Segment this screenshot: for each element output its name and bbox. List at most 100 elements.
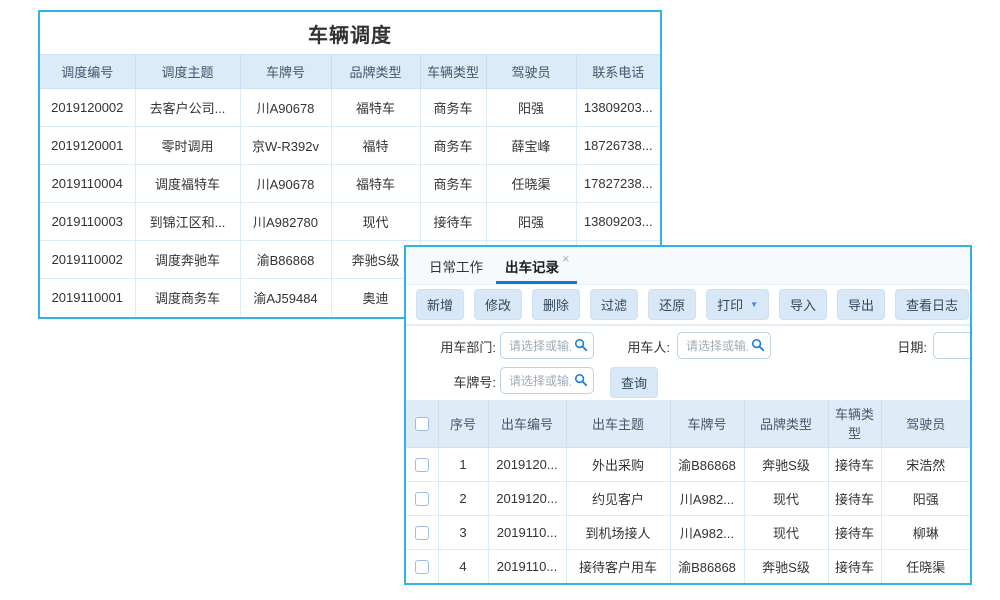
trip-record-table: 序号出车编号出车主题车牌号品牌类型车辆类型驾驶员 12019120...外出采购… (406, 400, 970, 583)
toolbar-button-查看日志[interactable]: 查看日志 (895, 289, 969, 320)
cell[interactable]: 宋浩然 (881, 447, 970, 481)
toolbar-button-label: 删除 (543, 295, 569, 314)
cell[interactable]: 川A90678 (240, 89, 331, 127)
dropdown-caret-icon: ▼ (750, 300, 758, 309)
column-header: 出车主题 (566, 400, 670, 447)
cell[interactable]: 约见客户 (566, 481, 670, 515)
cell[interactable]: 零时调用 (135, 127, 240, 165)
row-checkbox[interactable] (415, 526, 429, 540)
cell: 现代 (744, 481, 828, 515)
cell: 现代 (331, 203, 420, 241)
dept-input-wrap (500, 332, 594, 359)
toolbar-button-还原[interactable]: 还原 (648, 289, 696, 320)
cell: 13809203... (576, 203, 660, 241)
tab-label: 日常工作 (429, 256, 483, 276)
date-input[interactable] (933, 332, 972, 359)
cell[interactable]: 2019110002 (40, 241, 135, 279)
cell[interactable]: 去客户公司... (135, 89, 240, 127)
cell[interactable]: 渝B86868 (670, 447, 744, 481)
cell: 3 (438, 515, 488, 549)
row-select-cell (406, 549, 438, 583)
toolbar-button-导出[interactable]: 导出 (837, 289, 885, 320)
table-row: 12019120...外出采购渝B86868奔驰S级接待车宋浩然 (406, 447, 970, 481)
row-select-cell (406, 447, 438, 481)
cell[interactable]: 2019120001 (40, 127, 135, 165)
cell[interactable]: 2019110... (488, 515, 566, 549)
table-row: 32019110...到机场接人川A982...现代接待车柳琳 (406, 515, 970, 549)
toolbar-button-删除[interactable]: 删除 (532, 289, 580, 320)
column-header: 序号 (438, 400, 488, 447)
cell: 18726738... (576, 127, 660, 165)
cell[interactable]: 阳强 (486, 89, 576, 127)
toolbar-button-新增[interactable]: 新增 (416, 289, 464, 320)
cell[interactable]: 2019110003 (40, 203, 135, 241)
table-row: 2019110003到锦江区和...川A982780现代接待车阳强1380920… (40, 203, 660, 241)
select-all-checkbox[interactable] (415, 417, 429, 431)
cell[interactable]: 阳强 (881, 481, 970, 515)
toolbar-button-label: 查看日志 (906, 295, 958, 314)
cell[interactable]: 到锦江区和... (135, 203, 240, 241)
cell[interactable]: 渝B86868 (670, 549, 744, 583)
search-icon[interactable] (574, 338, 588, 352)
search-icon[interactable] (574, 373, 588, 387)
toolbar-button-导入[interactable]: 导入 (779, 289, 827, 320)
cell[interactable]: 京W-R392v (240, 127, 331, 165)
cell[interactable]: 川A90678 (240, 165, 331, 203)
table-row: 2019110004调度福特车川A90678福特车商务车任晓渠17827238.… (40, 165, 660, 203)
cell[interactable]: 川A982780 (240, 203, 331, 241)
close-tab-icon[interactable]: × (562, 252, 570, 265)
column-header: 品牌类型 (331, 55, 420, 89)
date-input-wrap (933, 332, 972, 359)
cell: 奔驰S级 (744, 549, 828, 583)
dept-label: 用车部门: (422, 337, 496, 356)
search-button[interactable]: 查询 (610, 367, 658, 398)
cell[interactable]: 调度奔驰车 (135, 241, 240, 279)
cell[interactable]: 川A982... (670, 481, 744, 515)
toolbar-button-过滤[interactable]: 过滤 (590, 289, 638, 320)
cell[interactable]: 阳强 (486, 203, 576, 241)
toolbar-button-打印[interactable]: 打印▼ (706, 289, 769, 320)
cell[interactable]: 调度福特车 (135, 165, 240, 203)
cell[interactable]: 渝AJ59484 (240, 279, 331, 317)
cell[interactable]: 2019120... (488, 481, 566, 515)
table-row: 2019120002去客户公司...川A90678福特车商务车阳强1380920… (40, 89, 660, 127)
row-checkbox[interactable] (415, 492, 429, 506)
cell[interactable]: 2019120002 (40, 89, 135, 127)
cell[interactable]: 任晓渠 (486, 165, 576, 203)
cell: 福特 (331, 127, 420, 165)
date-label: 日期: (876, 337, 927, 356)
cell[interactable]: 任晓渠 (881, 549, 970, 583)
cell[interactable]: 2019110004 (40, 165, 135, 203)
search-icon[interactable] (751, 338, 765, 352)
cell[interactable]: 到机场接人 (566, 515, 670, 549)
table-row: 22019120...约见客户川A982...现代接待车阳强 (406, 481, 970, 515)
tab-daily-work[interactable]: 日常工作 (424, 247, 488, 284)
cell[interactable]: 2019120... (488, 447, 566, 481)
cell: 奔驰S级 (744, 447, 828, 481)
dispatch-table-header-row: 调度编号调度主题车牌号品牌类型车辆类型驾驶员联系电话 (40, 55, 660, 89)
column-header: 调度编号 (40, 55, 135, 89)
toolbar-button-label: 新增 (427, 295, 453, 314)
tab-trip-record[interactable]: 出车记录× (500, 247, 575, 284)
cell[interactable]: 2019110001 (40, 279, 135, 317)
cell[interactable]: 渝B86868 (240, 241, 331, 279)
row-checkbox[interactable] (415, 458, 429, 472)
row-checkbox[interactable] (415, 560, 429, 574)
cell: 商务车 (420, 165, 486, 203)
column-header: 调度主题 (135, 55, 240, 89)
cell[interactable]: 薛宝峰 (486, 127, 576, 165)
cell[interactable]: 调度商务车 (135, 279, 240, 317)
cell: 商务车 (420, 127, 486, 165)
toolbar-button-修改[interactable]: 修改 (474, 289, 522, 320)
cell[interactable]: 2019110... (488, 549, 566, 583)
column-header: 出车编号 (488, 400, 566, 447)
cell[interactable]: 川A982... (670, 515, 744, 549)
select-all-cell (406, 400, 438, 447)
column-header: 驾驶员 (881, 400, 970, 447)
cell[interactable]: 接待客户用车 (566, 549, 670, 583)
cell: 商务车 (420, 89, 486, 127)
plate-input-wrap (500, 367, 594, 394)
cell[interactable]: 柳琳 (881, 515, 970, 549)
cell[interactable]: 外出采购 (566, 447, 670, 481)
plate-label: 车牌号: (422, 372, 496, 391)
